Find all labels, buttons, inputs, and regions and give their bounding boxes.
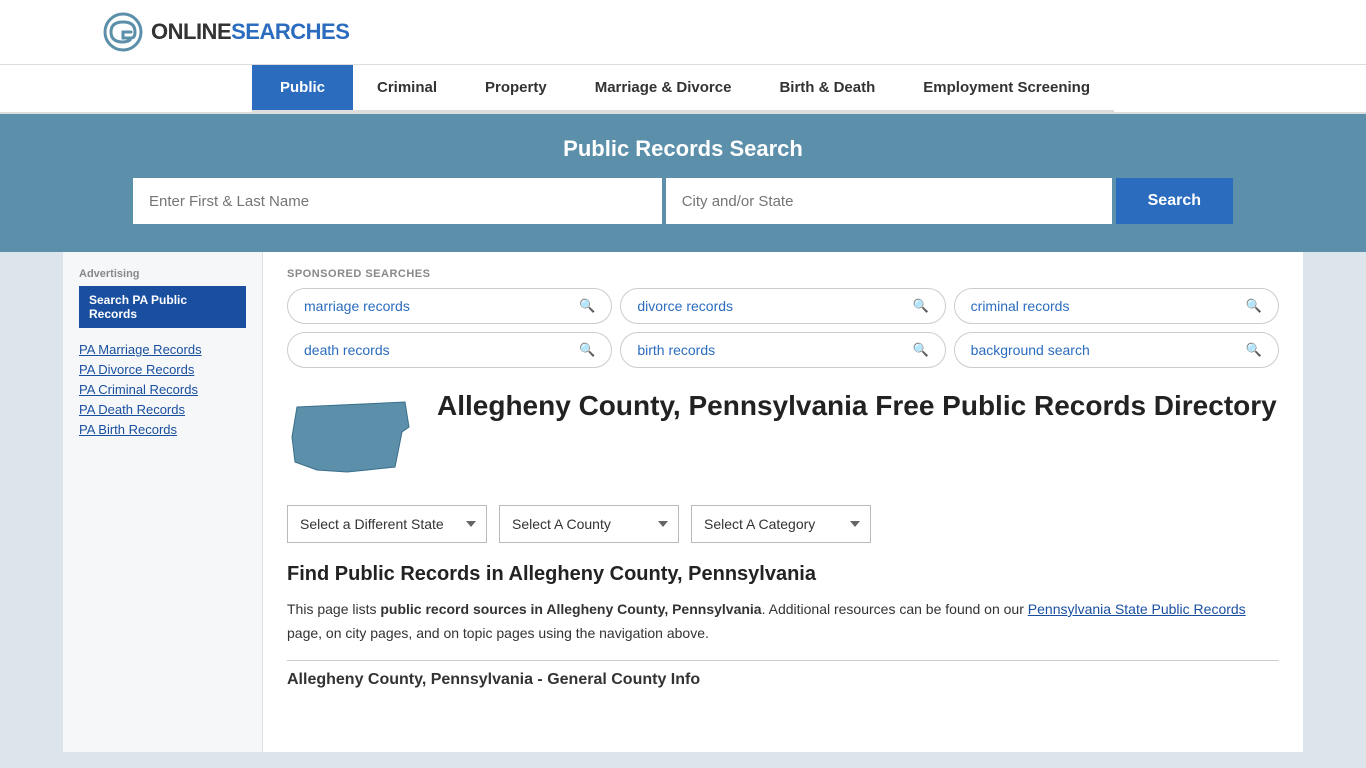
search-icon-2: 🔍 xyxy=(912,298,928,314)
banner-title: Public Records Search xyxy=(40,136,1326,162)
tag-death[interactable]: death records 🔍 xyxy=(287,332,612,368)
tag-birth[interactable]: birth records 🔍 xyxy=(620,332,945,368)
nav-criminal[interactable]: Criminal xyxy=(353,65,461,110)
section-divider: Allegheny County, Pennsylvania - General… xyxy=(287,660,1279,689)
sponsored-label: SPONSORED SEARCHES xyxy=(287,268,1279,280)
main-content: SPONSORED SEARCHES marriage records 🔍 di… xyxy=(263,252,1303,752)
tag-divorce[interactable]: divorce records 🔍 xyxy=(620,288,945,324)
nav-public[interactable]: Public xyxy=(252,65,353,110)
search-icon-1: 🔍 xyxy=(579,298,595,314)
dropdowns: Select a Different State Select A County… xyxy=(287,505,1279,543)
nav-employment[interactable]: Employment Screening xyxy=(899,65,1114,110)
pa-map xyxy=(287,388,417,485)
nav-property[interactable]: Property xyxy=(461,65,571,110)
nav-marriage-divorce[interactable]: Marriage & Divorce xyxy=(571,65,756,110)
main-nav: Public Criminal Property Marriage & Divo… xyxy=(252,65,1114,112)
county-title: Allegheny County, Pennsylvania Free Publ… xyxy=(437,388,1277,424)
sidebar: Advertising Search PA Public Records PA … xyxy=(63,252,263,752)
section-title: Allegheny County, Pennsylvania - General… xyxy=(287,671,700,688)
sidebar-link-marriage[interactable]: PA Marriage Records xyxy=(79,342,246,357)
tag-birth-label: birth records xyxy=(637,342,715,358)
search-icon-5: 🔍 xyxy=(912,342,928,358)
find-title: Find Public Records in Allegheny County,… xyxy=(287,563,1279,586)
search-icon-4: 🔍 xyxy=(579,342,595,358)
logo-text-online: ONLINE xyxy=(151,19,231,45)
find-body: This page lists public record sources in… xyxy=(287,598,1279,646)
search-icon-3: 🔍 xyxy=(1246,298,1262,314)
location-input[interactable] xyxy=(666,178,1112,224)
tag-criminal[interactable]: criminal records 🔍 xyxy=(954,288,1279,324)
name-input[interactable] xyxy=(133,178,662,224)
search-icon-6: 🔍 xyxy=(1246,342,1262,358)
logo-icon xyxy=(103,12,143,52)
pa-records-link[interactable]: Pennsylvania State Public Records xyxy=(1028,601,1246,617)
ad-label: Advertising xyxy=(79,268,246,280)
state-dropdown[interactable]: Select a Different State xyxy=(287,505,487,543)
category-dropdown[interactable]: Select A Category xyxy=(691,505,871,543)
ad-button[interactable]: Search PA Public Records xyxy=(79,286,246,328)
sidebar-link-birth[interactable]: PA Birth Records xyxy=(79,422,246,437)
county-dropdown[interactable]: Select A County xyxy=(499,505,679,543)
logo[interactable]: ONLINE SEARCHES xyxy=(103,12,349,52)
sidebar-link-divorce[interactable]: PA Divorce Records xyxy=(79,362,246,377)
tag-death-label: death records xyxy=(304,342,390,358)
nav-birth-death[interactable]: Birth & Death xyxy=(755,65,899,110)
county-section: Allegheny County, Pennsylvania Free Publ… xyxy=(287,388,1279,485)
tag-criminal-label: criminal records xyxy=(971,298,1070,314)
tag-marriage-label: marriage records xyxy=(304,298,410,314)
tag-divorce-label: divorce records xyxy=(637,298,733,314)
sidebar-link-criminal[interactable]: PA Criminal Records xyxy=(79,382,246,397)
tag-marriage[interactable]: marriage records 🔍 xyxy=(287,288,612,324)
logo-text-searches: SEARCHES xyxy=(231,19,349,45)
search-tags: marriage records 🔍 divorce records 🔍 cri… xyxy=(287,288,1279,368)
tag-background[interactable]: background search 🔍 xyxy=(954,332,1279,368)
sidebar-link-death[interactable]: PA Death Records xyxy=(79,402,246,417)
tag-background-label: background search xyxy=(971,342,1090,358)
search-button[interactable]: Search xyxy=(1116,178,1233,224)
